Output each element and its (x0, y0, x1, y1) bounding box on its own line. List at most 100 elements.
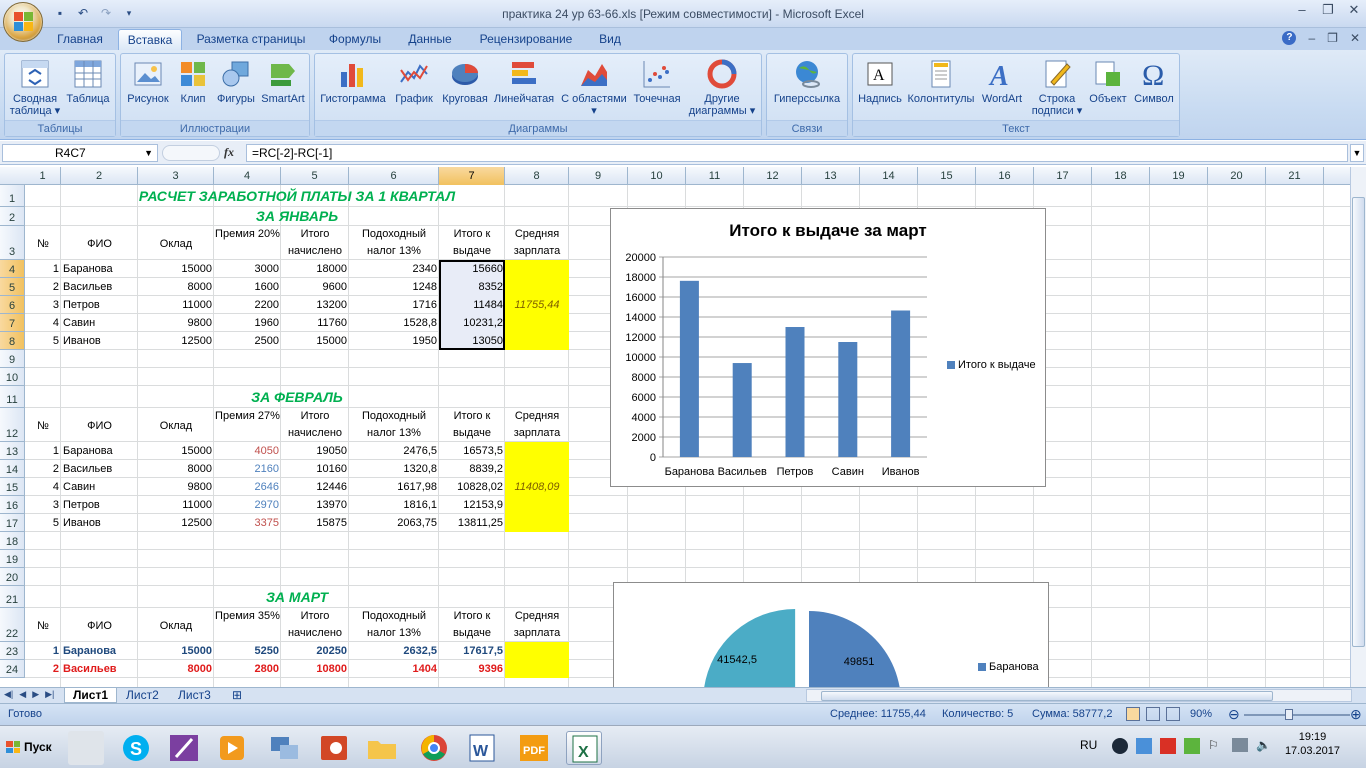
tab-view[interactable]: Вид (592, 29, 628, 50)
pie-slice-0[interactable] (703, 609, 796, 687)
row-header-18[interactable]: 18 (0, 532, 25, 550)
page-break-view-icon[interactable] (1166, 707, 1180, 721)
row-header-19[interactable]: 19 (0, 550, 25, 568)
formula-input[interactable]: =RC[-2]-RC[-1] (246, 144, 1348, 162)
column-header-1[interactable]: 1 (25, 167, 61, 185)
media-player-icon[interactable] (214, 731, 250, 765)
bar-4[interactable] (891, 310, 911, 458)
picture-button[interactable]: Рисунок (125, 58, 171, 120)
word-icon[interactable]: W (464, 731, 500, 765)
insert-sheet-icon[interactable]: ⊞ (224, 688, 250, 703)
flag-icon[interactable]: ⚐ (1208, 738, 1219, 752)
column-header-16[interactable]: 16 (976, 167, 1034, 185)
row-header-16[interactable]: 16 (0, 496, 25, 514)
sheet-tab-2[interactable]: Лист2 (118, 688, 167, 703)
smartart-button[interactable]: SmartArt (259, 58, 307, 120)
column-header-4[interactable]: 4 (214, 167, 281, 185)
skype-icon[interactable]: S (118, 731, 154, 765)
column-header-19[interactable]: 19 (1150, 167, 1208, 185)
scatter-chart-button[interactable]: Точечная (629, 58, 685, 120)
tab-data[interactable]: Данные (400, 29, 460, 50)
tray-green-icon[interactable] (1184, 738, 1200, 754)
horizontal-scrollbar[interactable] (806, 689, 1352, 702)
pie-slice-1[interactable] (783, 611, 901, 687)
column-header-5[interactable]: 5 (281, 167, 349, 185)
steam-tray-icon[interactable] (1112, 738, 1128, 754)
area-chart-button[interactable]: С областями ▾ (559, 58, 629, 120)
minimize-workbook-icon[interactable]: – (1308, 31, 1315, 45)
column-header-2[interactable]: 2 (61, 167, 138, 185)
bar-2[interactable] (785, 327, 805, 457)
column-header-14[interactable]: 14 (860, 167, 918, 185)
tab-page-layout[interactable]: Разметка страницы (192, 29, 310, 50)
powerpoint-icon[interactable] (316, 731, 352, 765)
row-header-24[interactable]: 24 (0, 660, 25, 678)
row-header-5[interactable]: 5 (0, 278, 25, 296)
column-header-7[interactable]: 7 (439, 167, 505, 185)
row-header-7[interactable]: 7 (0, 314, 25, 332)
calculator-icon[interactable] (68, 731, 104, 765)
column-header-10[interactable]: 10 (628, 167, 686, 185)
horizontal-scroll-thumb[interactable] (821, 691, 1273, 701)
name-box[interactable]: R4C7 ▼ (2, 144, 158, 162)
row-header-6[interactable]: 6 (0, 296, 25, 314)
bar-0[interactable] (679, 280, 699, 457)
row-header-2[interactable]: 2 (0, 207, 25, 226)
column-header-9[interactable]: 9 (569, 167, 628, 185)
pivot-table-button[interactable]: Сводная таблица ▾ (9, 58, 61, 120)
zoom-in-icon[interactable]: ⊕ (1350, 706, 1362, 723)
tab-review[interactable]: Рецензирование (470, 29, 582, 50)
network-icon[interactable] (266, 731, 302, 765)
help-icon[interactable]: ? (1282, 31, 1297, 45)
line-chart-button[interactable]: График (391, 58, 437, 120)
zoom-slider-knob[interactable] (1285, 709, 1293, 720)
normal-view-icon[interactable] (1126, 707, 1140, 721)
worksheet-grid[interactable]: 1 2 3 4 5 6 7 8 9 10 11 12 13 14 15 16 17 18 19 20 21 123456… (0, 167, 1350, 687)
sheet-tab-3[interactable]: Лист3 (170, 688, 219, 703)
clip-button[interactable]: Клип (173, 58, 213, 120)
explorer-folder-icon[interactable] (364, 731, 400, 765)
column-header-18[interactable]: 18 (1092, 167, 1150, 185)
tray-app-icon[interactable] (1136, 738, 1152, 754)
row-header-11[interactable]: 11 (0, 386, 25, 408)
row-header-3[interactable]: 3 (0, 226, 25, 260)
pie-chart[interactable]: 49851 41542,5 Баранова (613, 582, 1049, 687)
row-header-9[interactable]: 9 (0, 350, 25, 368)
sheet-tab-1[interactable]: Лист1 (64, 688, 118, 703)
zoom-level[interactable]: 90% (1190, 708, 1212, 720)
hyperlink-button[interactable]: Гиперссылка (769, 58, 845, 120)
row-header-1[interactable]: 1 (0, 185, 25, 207)
minimize-icon[interactable]: – (1294, 3, 1310, 17)
restore-icon[interactable]: ❐ (1320, 3, 1336, 17)
tab-home[interactable]: Главная (48, 29, 112, 50)
office-button[interactable] (3, 2, 43, 42)
column-header-20[interactable]: 20 (1208, 167, 1266, 185)
close-icon[interactable]: ✕ (1346, 3, 1362, 17)
bar-3[interactable] (838, 342, 858, 457)
expand-formula-icon[interactable]: ▼ (1350, 144, 1364, 162)
name-box-dropdown-icon[interactable]: ▼ (144, 145, 153, 161)
row-header-23[interactable]: 23 (0, 642, 25, 660)
close-workbook-icon[interactable]: ✕ (1350, 31, 1360, 45)
column-header-8[interactable]: 8 (505, 167, 569, 185)
row-header-14[interactable]: 14 (0, 460, 25, 478)
tray-red-icon[interactable] (1160, 738, 1176, 754)
row-header-21[interactable]: 21 (0, 586, 25, 608)
row-header-20[interactable]: 20 (0, 568, 25, 586)
next-sheet-icon[interactable]: ▶ (32, 689, 39, 700)
tray-network-icon[interactable] (1232, 738, 1248, 752)
row-header-15[interactable]: 15 (0, 478, 25, 496)
column-header-17[interactable]: 17 (1034, 167, 1092, 185)
zoom-slider[interactable] (1244, 714, 1350, 716)
pdf-icon[interactable]: PDF (516, 731, 552, 765)
bar-chart[interactable]: Итого к выдаче за март 0 2000 4000 6000 8000… (610, 208, 1046, 487)
insert-function-icon[interactable]: fx (224, 145, 234, 160)
first-sheet-icon[interactable]: ◀| (4, 689, 13, 700)
volume-icon[interactable]: 🔈 (1256, 738, 1271, 752)
row-header-13[interactable]: 13 (0, 442, 25, 460)
prev-sheet-icon[interactable]: ◀ (19, 689, 26, 700)
onenote-pen-icon[interactable] (166, 731, 202, 765)
column-header-13[interactable]: 13 (802, 167, 860, 185)
other-charts-button[interactable]: Другие диаграммы ▾ (685, 58, 759, 120)
last-sheet-icon[interactable]: ▶| (45, 689, 54, 700)
